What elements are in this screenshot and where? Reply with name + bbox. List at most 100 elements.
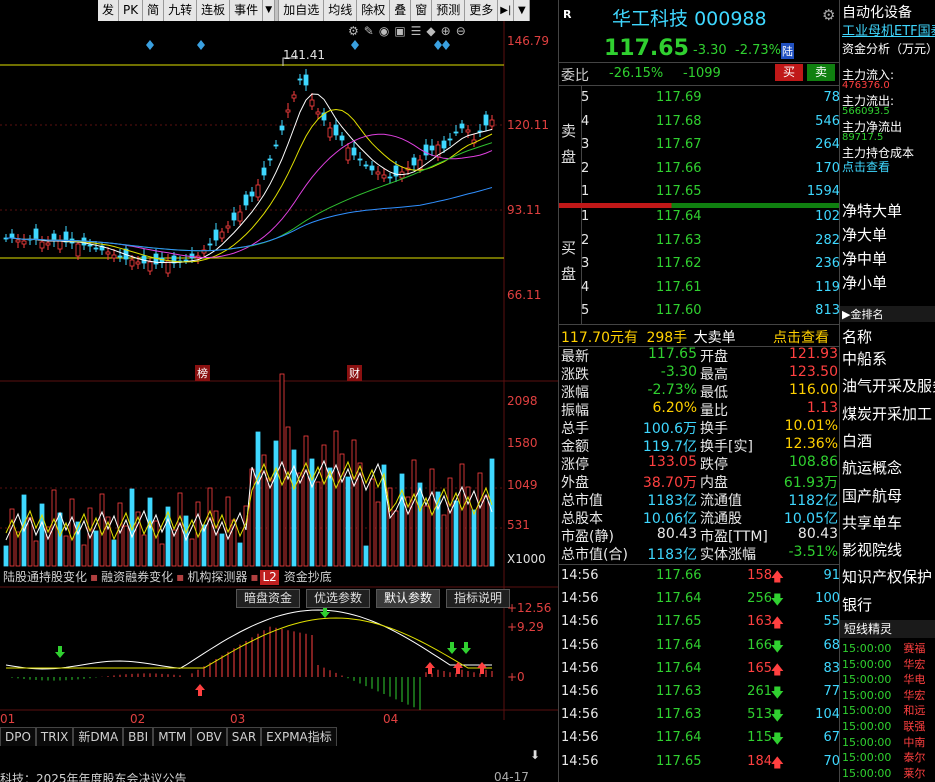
arrow-up-icon: 🡅 (770, 616, 784, 632)
buy-row[interactable]: 1 117.64 102 (559, 206, 840, 228)
indicator-help-button[interactable]: 指标说明 (446, 589, 511, 608)
stat-value: 117.65 (648, 346, 697, 362)
news-ticker[interactable]: 科技：2025年年度股东会决议公告 (0, 770, 187, 782)
fund-value[interactable]: 点击查看 (842, 158, 890, 175)
sector-item[interactable]: 影视院线 (842, 539, 902, 560)
sell-row[interactable]: 4 117.68 546 (559, 111, 840, 133)
flash-item[interactable]: 15:00:00 华宏 (842, 656, 925, 672)
sector-item[interactable]: 白酒 (842, 430, 872, 451)
tab-trix[interactable]: TRIX (35, 727, 74, 746)
sector-item[interactable]: 煤炭开采加工 (842, 403, 932, 424)
volume-bar (363, 545, 369, 567)
tab-dpo[interactable]: DPO (0, 727, 36, 746)
toolbar-more[interactable]: 更多 (465, 0, 499, 21)
expand-icon[interactable]: ▼ (514, 0, 531, 21)
toolbar-jian[interactable]: 简 (143, 0, 165, 21)
dark-fund-button[interactable]: 暗盘资金 (236, 589, 301, 608)
toolbar-ma[interactable]: 均线 (324, 0, 358, 21)
volume-bar (345, 476, 351, 567)
flash-stock: 和远 (903, 704, 926, 718)
buy-button[interactable]: 买 (775, 64, 803, 81)
flash-item[interactable]: 15:00:00 华电 (842, 671, 925, 687)
arrow-up-icon: 🡅 (770, 755, 784, 771)
toolbar-jiuzhuan[interactable]: 九转 (164, 0, 198, 21)
toolbar-forecast[interactable]: 预测 (432, 0, 466, 21)
tab-margin[interactable]: 融资融券变化 (98, 568, 176, 587)
etf-link[interactable]: 工业母机ETF国泰 (842, 20, 935, 39)
tab-institution[interactable]: 机构探测器 (184, 568, 250, 587)
bang-marker[interactable]: 榜 (195, 365, 210, 381)
pen-icon[interactable]: ✎ (364, 24, 374, 38)
lock-icon[interactable]: ▣ (394, 24, 405, 38)
tab-obv[interactable]: OBV (191, 727, 227, 746)
industry-name[interactable]: 自动化设备 (842, 2, 912, 22)
buy-row[interactable]: 4 117.61 119 (559, 277, 840, 299)
volume-bar (33, 540, 39, 567)
sell-row[interactable]: 2 117.66 170 (559, 158, 840, 180)
eye-icon[interactable]: ◉ (379, 24, 389, 38)
sell-button[interactable]: 卖 (807, 64, 835, 81)
sector-item[interactable]: 中船系 (842, 348, 887, 369)
dropdown-arrow-icon[interactable]: ▼ (263, 0, 276, 21)
toolbar-pk[interactable]: PK (119, 0, 144, 21)
toolbar-add-watch[interactable]: 加自选 (279, 0, 325, 21)
sector-item[interactable]: 国产航母 (842, 485, 902, 506)
candle-body (129, 259, 135, 267)
net-order-item[interactable]: 净大单 (842, 224, 887, 245)
net-order-item[interactable]: 净小单 (842, 272, 887, 293)
buy-row[interactable]: 5 117.60 813 (559, 300, 840, 322)
tab-expma[interactable]: EXPMA指标 (261, 727, 337, 746)
sector-item[interactable]: 银行 (842, 594, 872, 615)
toolbar-overlay[interactable]: 叠 (390, 0, 412, 21)
tab-bottom-fishing[interactable]: 资金抄底 (281, 568, 335, 587)
toolbar-shijian[interactable]: 事件 (230, 0, 264, 21)
flash-item[interactable]: 15:00:00 中南 (842, 734, 925, 750)
flash-item[interactable]: 15:00:00 华宏 (842, 687, 925, 703)
cai-marker[interactable]: 财 (347, 365, 362, 381)
sector-item[interactable]: 知识产权保护 (842, 566, 932, 587)
sell-level: 3 (581, 137, 590, 152)
sell-row[interactable]: 5 117.69 78 (559, 87, 840, 109)
volume-bar (327, 467, 333, 567)
buy-row[interactable]: 2 117.63 282 (559, 230, 840, 252)
flash-item[interactable]: 15:00:00 赛福 (842, 640, 925, 656)
flash-item[interactable]: 15:00:00 联强 (842, 718, 925, 734)
arrow-down-icon: 🡇 (770, 686, 784, 701)
tab-sar[interactable]: SAR (226, 727, 262, 746)
zoom-in-icon[interactable]: ⊕ (441, 24, 451, 38)
sector-item[interactable]: 油气开采及服务 (842, 375, 935, 396)
net-order-item[interactable]: 净中单 (842, 248, 887, 269)
flash-item[interactable]: 15:00:00 莱尔 (842, 765, 925, 781)
sector-item[interactable]: 航运概念 (842, 457, 902, 478)
tab-hk-holding[interactable]: 陆股通持股变化 (0, 568, 90, 587)
default-params-button[interactable]: 默认参数 (376, 589, 441, 608)
tick-price: 117.65 (656, 753, 702, 769)
next-icon[interactable]: ▶| (498, 0, 515, 21)
kline-chart[interactable] (0, 0, 558, 782)
big-order-link[interactable]: 点击查看 (773, 327, 829, 347)
download-icon[interactable]: ⬇ (530, 748, 546, 762)
toolbar-fa[interactable]: 发 (98, 0, 120, 21)
diamond-icon[interactable]: ◆ (426, 24, 435, 38)
vol-axis-unit: X1000 (507, 552, 546, 566)
sell-row[interactable]: 1 117.65 1594 (559, 181, 840, 203)
buy-row[interactable]: 3 117.62 236 (559, 253, 840, 275)
net-order-item[interactable]: 净特大单 (842, 200, 902, 221)
tab-mtm[interactable]: MTM (153, 727, 192, 746)
sector-item[interactable]: 共享单车 (842, 512, 902, 533)
optimal-params-button[interactable]: 优选参数 (306, 589, 371, 608)
toolbar-lianban[interactable]: 连板 (197, 0, 231, 21)
sell-row[interactable]: 3 117.67 264 (559, 134, 840, 156)
gear-icon[interactable]: ⚙ (822, 6, 835, 24)
toolbar-window[interactable]: 窗 (411, 0, 433, 21)
tab-bbi[interactable]: BBI (123, 727, 154, 746)
settings-icon[interactable]: ⚙ (348, 24, 359, 38)
toolbar-exright[interactable]: 除权 (357, 0, 391, 21)
flash-item[interactable]: 15:00:00 和远 (842, 702, 925, 718)
hand-icon[interactable]: ☰ (411, 24, 422, 38)
volume-bar (279, 373, 285, 567)
tab-dma[interactable]: 新DMA (73, 727, 124, 746)
flash-item[interactable]: 15:00:00 泰尔 (842, 749, 925, 765)
chart-area[interactable]: 发 PK 简 九转 连板 事件 ▼ 加自选 均线 除权 叠 窗 预测 更多 ▶|… (0, 0, 558, 782)
zoom-out-icon[interactable]: ⊖ (456, 24, 466, 38)
